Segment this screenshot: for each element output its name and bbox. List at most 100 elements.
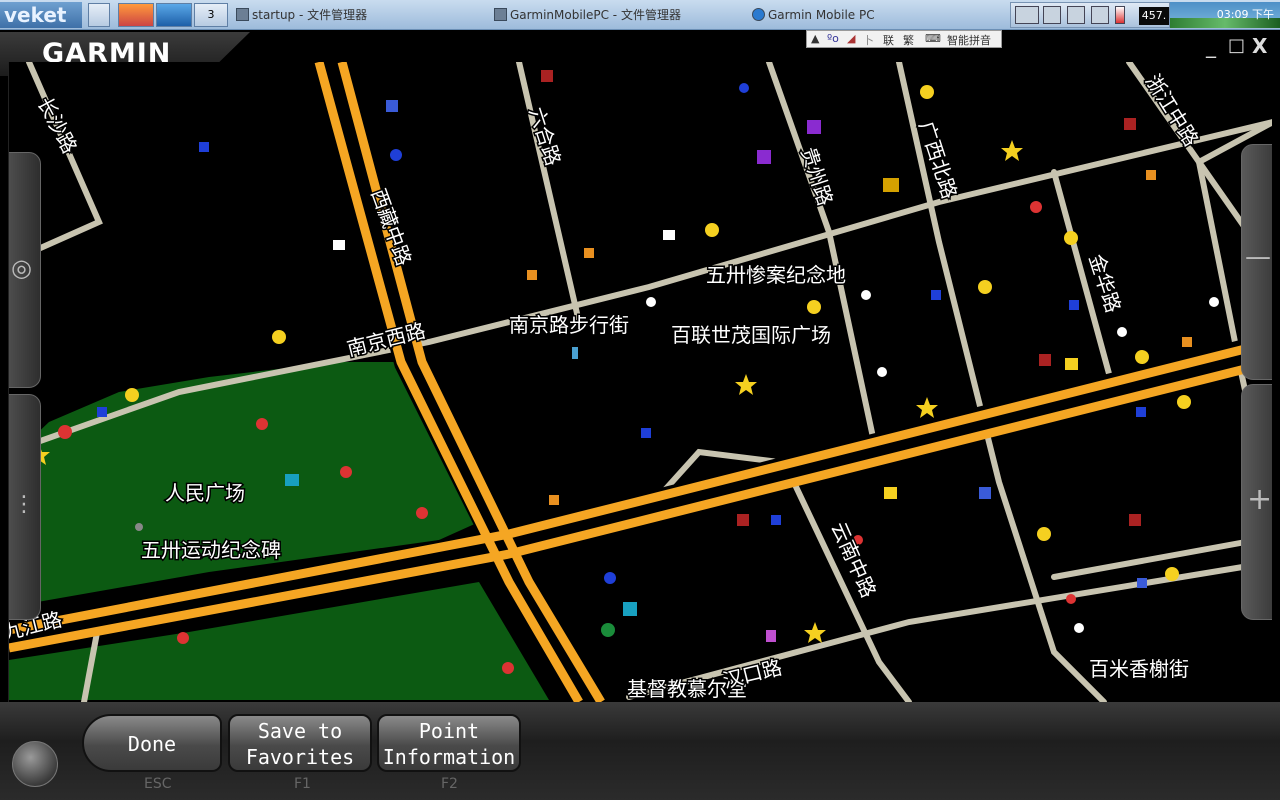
point-shortcut: F2 — [441, 776, 458, 792]
veket-logo[interactable]: veket — [0, 2, 82, 28]
ime-lianxiang[interactable]: 联 — [883, 32, 894, 48]
point-label-line2: Information — [382, 745, 516, 769]
done-button[interactable]: Done — [82, 714, 222, 772]
poi-shop-icon — [584, 248, 594, 258]
taskbar-item-garminmobilepc-folder[interactable]: GarminMobilePC - 文件管理器 — [492, 4, 681, 26]
landmark-label-bailian-shimao: 百联世茂国际广场 — [671, 323, 831, 347]
landmark-label-peoples-square: 人民广场 — [165, 481, 245, 505]
poi-flask-icon — [766, 630, 776, 642]
poi-star-icon — [735, 374, 757, 395]
ime-smart-pinyin[interactable]: 智能拼音 — [947, 32, 991, 48]
penguin-icon[interactable]: ▲ — [811, 32, 819, 45]
landmark-label-wusa-monument: 五卅运动纪念碑 — [141, 538, 281, 562]
garmin-app-icon — [752, 8, 765, 21]
poi-metro-icon — [177, 632, 189, 644]
poi-food-icon — [125, 388, 139, 402]
taskbar-item-garmin-mobile-pc[interactable]: Garmin Mobile PC — [750, 4, 875, 26]
poi-parking-icon — [1069, 300, 1079, 310]
ime-mode-icon[interactable]: ºo — [827, 32, 839, 45]
save-label-line2: Favorites — [245, 745, 355, 769]
volume-icon[interactable] — [1043, 6, 1061, 24]
minimize-button[interactable]: _ — [1206, 36, 1216, 56]
poi-food-icon — [978, 280, 992, 294]
poi-coffee-icon — [1117, 327, 1127, 337]
clock: 03:09 下午 — [1216, 8, 1274, 21]
save-to-favorites-button[interactable]: Save to Favorites — [228, 714, 372, 772]
ime-traditional[interactable]: 繁 — [903, 32, 914, 48]
poi-tomato-icon — [1030, 201, 1042, 213]
poi-police-icon — [739, 83, 749, 93]
poi-shop-icon — [1182, 337, 1192, 347]
map-canvas[interactable]: 长沙路 六合路 贵州路 广西北路 浙江中路 湖 西藏中路 五卅惨案纪念地 金华路… — [9, 62, 1272, 702]
clock-area[interactable]: 03:09 下午 — [1170, 2, 1280, 28]
poi-hotel-icon — [757, 150, 771, 164]
poi-parking-icon — [771, 515, 781, 525]
battery-icon[interactable] — [1091, 6, 1109, 24]
poi-metro-icon — [340, 466, 352, 478]
poi-monument-icon — [135, 523, 143, 531]
poi-star-icon — [1001, 140, 1023, 161]
poi-police-icon — [604, 572, 616, 584]
poi-coffee-icon — [1209, 297, 1219, 307]
poi-parking-icon — [641, 428, 651, 438]
quick-launch-browser-icon[interactable] — [156, 3, 192, 27]
poi-parking-icon — [1136, 407, 1146, 417]
maximize-button[interactable]: □ — [1228, 36, 1245, 56]
poi-parking-icon — [931, 290, 941, 300]
road-yunnan — [786, 469, 912, 702]
poi-police-icon — [390, 149, 402, 161]
poi-food-icon — [920, 85, 934, 99]
poi-tomato-icon — [1066, 594, 1076, 604]
poi-coffee-icon — [877, 367, 887, 377]
brush-icon[interactable]: ◢ — [847, 32, 855, 45]
quick-launch-firefox-icon[interactable] — [118, 3, 154, 27]
quick-launch-terminal-icon[interactable] — [88, 3, 110, 27]
keyboard-icon[interactable]: ⌨ — [925, 32, 941, 45]
poi-camera-icon — [663, 230, 675, 240]
zoom-out-icon[interactable]: — — [1245, 242, 1271, 272]
app-header: GARMIN — [0, 30, 1280, 76]
poi-star-icon — [916, 397, 938, 418]
compass-icon[interactable]: ◎ — [11, 254, 32, 282]
poi-bank-icon — [541, 70, 553, 82]
zoom-slider-icon[interactable]: ⋮ — [13, 492, 35, 517]
punctuation-icon[interactable]: 卜 — [863, 32, 874, 48]
poi-coffee-icon — [861, 290, 871, 300]
tray-readout: 457. — [1139, 7, 1169, 25]
close-button[interactable]: X — [1252, 36, 1267, 56]
bottom-toolbar: Done Save to Favorites Point Information… — [0, 702, 1280, 800]
workspace-switcher[interactable]: 3 — [194, 3, 228, 27]
poi-metro-icon — [58, 425, 72, 439]
poi-cafe-cross-icon — [601, 623, 615, 637]
poi-building-icon — [979, 487, 991, 499]
zoom-in-icon[interactable]: + — [1247, 482, 1272, 517]
network-icon[interactable] — [1015, 6, 1039, 24]
poi-info-icon — [1065, 358, 1078, 370]
poi-hotel-icon — [807, 120, 821, 134]
poi-coffee-icon — [646, 297, 656, 307]
poi-building-icon — [386, 100, 398, 112]
taskbar-item-startup[interactable]: startup - 文件管理器 — [234, 4, 367, 26]
poi-parking-icon — [97, 407, 107, 417]
poi-shop-icon — [549, 495, 559, 505]
poi-metro-icon — [416, 507, 428, 519]
point-information-button[interactable]: Point Information — [377, 714, 521, 772]
back-ball-icon[interactable] — [12, 741, 58, 787]
poi-fountain-icon — [572, 347, 578, 359]
road-east-link — [1051, 534, 1272, 580]
save-label-line1: Save to — [257, 719, 343, 743]
temperature-icon[interactable] — [1115, 6, 1125, 24]
poi-building-icon — [285, 474, 299, 486]
poi-shop-icon — [1146, 170, 1156, 180]
poi-food-icon — [272, 330, 286, 344]
poi-mcdonalds-icon — [883, 178, 899, 192]
poi-bank-icon — [1124, 118, 1136, 130]
poi-bank-icon — [1039, 354, 1051, 366]
poi-food-icon — [1037, 527, 1051, 541]
poi-hospital-icon — [1137, 578, 1147, 588]
clipboard-icon[interactable] — [1067, 6, 1085, 24]
street-label-changsha: 长沙路 — [33, 93, 82, 157]
map-view[interactable]: 长沙路 六合路 贵州路 广西北路 浙江中路 湖 西藏中路 五卅惨案纪念地 金华路… — [8, 62, 1272, 702]
street-label-yunnan-middle: 云南中路 — [826, 518, 880, 601]
road-guizhou — [766, 62, 877, 445]
